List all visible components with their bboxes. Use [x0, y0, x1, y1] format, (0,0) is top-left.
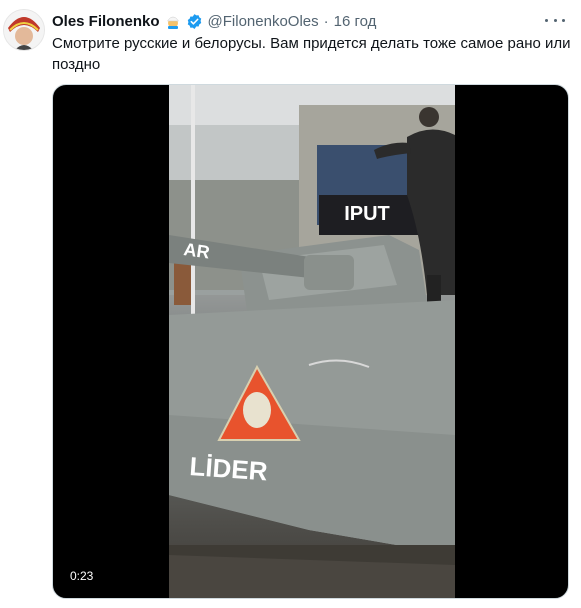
avatar[interactable] [3, 9, 45, 51]
video-frame[interactable]: IPUT AR LİDER [169, 85, 455, 598]
tweet-text: Смотрите русские и белорусы. Вам придетс… [52, 35, 571, 73]
tweet[interactable]: Oles Filonenko @FilonenkoOles · 16 год С… [0, 0, 581, 608]
avatar-image [4, 10, 44, 50]
man-in-turban-emoji-icon [165, 13, 181, 29]
banner-text: IPUT [344, 203, 390, 225]
verified-badge-icon [186, 13, 203, 30]
tweet-header: Oles Filonenko @FilonenkoOles · 16 год [52, 11, 376, 31]
tweet-timestamp[interactable]: 16 год [334, 13, 377, 30]
barrel-text: AR [182, 239, 211, 262]
separator-dot: · [323, 12, 329, 30]
tank-marking-text: LİDER [189, 451, 269, 486]
author-name[interactable]: Oles Filonenko [52, 13, 160, 30]
video-duration: 0:23 [66, 568, 98, 584]
author-handle[interactable]: @FilonenkoOles [208, 13, 319, 30]
video-still: IPUT AR LİDER [169, 85, 455, 598]
more-options-icon[interactable] [545, 12, 565, 28]
video-player[interactable]: IPUT AR LİDER 0:23 [52, 84, 569, 599]
